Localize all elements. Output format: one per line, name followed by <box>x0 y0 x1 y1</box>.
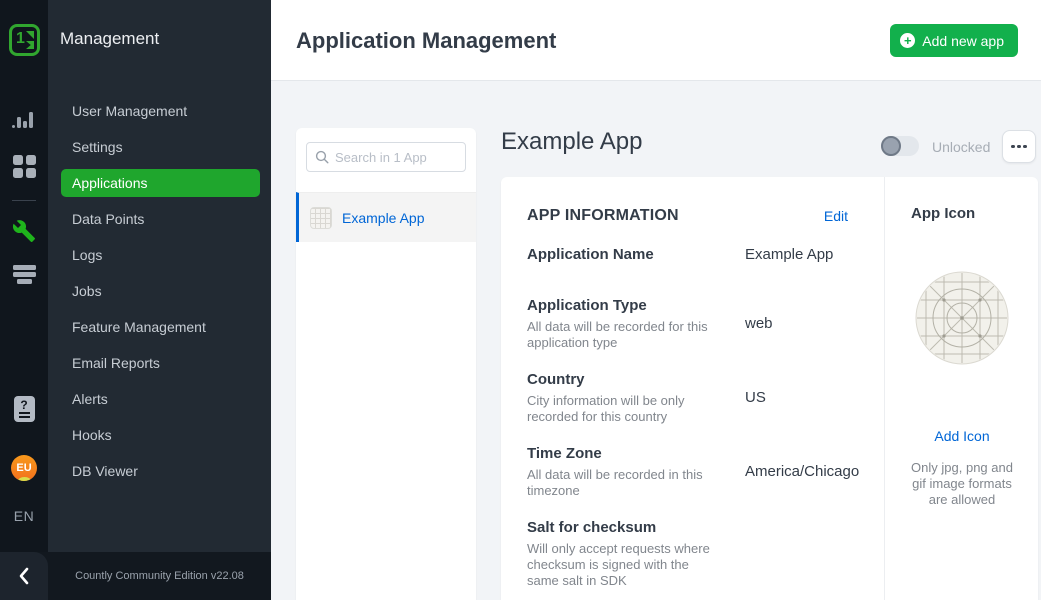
toggle-knob <box>881 136 901 156</box>
lock-toggle-label: Unlocked <box>932 139 990 155</box>
more-options-icon <box>1011 145 1015 149</box>
edit-link[interactable]: Edit <box>824 208 848 224</box>
analytics-bar-chart-icon[interactable] <box>0 110 48 128</box>
search-icon <box>315 150 329 164</box>
field-value: web <box>745 315 773 332</box>
icon-format-hint: Only jpg, png and gif image formats are … <box>906 460 1018 508</box>
sidebar-item-alerts[interactable]: Alerts <box>48 381 271 417</box>
sidebar-title: Management <box>60 29 159 49</box>
app-icon-heading: App Icon <box>911 205 975 222</box>
help-center-icon[interactable]: ? <box>0 396 48 422</box>
field-label: Country <box>527 371 858 389</box>
field-description: All data will be recorded in this timezo… <box>527 467 712 499</box>
field-country: Country City information will be only re… <box>527 371 858 425</box>
app-list-item-label: Example App <box>342 210 425 226</box>
field-value: US <box>745 389 766 406</box>
app-detail-card: APP INFORMATION Edit Application Name Ex… <box>501 177 1038 600</box>
sidebar-footer: Countly Community Edition v22.08 <box>0 552 271 600</box>
app-placeholder-icon <box>310 207 332 229</box>
plus-circle-icon: + <box>900 33 915 48</box>
field-application-type: Application Type All data will be record… <box>527 297 858 351</box>
sidebar-item-hooks[interactable]: Hooks <box>48 417 271 453</box>
field-label: Salt for checksum <box>527 519 858 537</box>
app-list-item-example-app[interactable]: Example App <box>296 192 476 242</box>
sidebar-item-logs[interactable]: Logs <box>48 237 271 273</box>
sidebar-item-db-viewer[interactable]: DB Viewer <box>48 453 271 489</box>
add-icon-link[interactable]: Add Icon <box>885 428 1039 444</box>
search-input[interactable] <box>335 150 450 165</box>
edition-version-label: Countly Community Edition v22.08 <box>48 552 271 600</box>
sidebar-item-user-management[interactable]: User Management <box>48 93 271 129</box>
data-manager-server-icon[interactable] <box>0 265 48 285</box>
sidebar-item-data-points[interactable]: Data Points <box>48 201 271 237</box>
app-list-panel: Example App <box>296 128 476 600</box>
avatar-initials: EU <box>16 462 31 474</box>
field-label: Time Zone <box>527 445 858 463</box>
page-title: Application Management <box>296 28 556 54</box>
add-new-app-button[interactable]: + Add new app <box>890 24 1018 57</box>
app-icon-section: App Icon <box>884 177 1038 600</box>
countly-logo-glyph: 1 <box>12 27 37 53</box>
main-content: Application Management + Add new app Exa… <box>271 0 1041 600</box>
countly-management-screen: 1 <box>0 0 1041 600</box>
collapse-sidebar-button[interactable] <box>0 552 48 600</box>
chevron-left-icon <box>17 565 31 587</box>
icon-rail: 1 <box>0 0 48 600</box>
user-avatar[interactable]: EU <box>11 455 37 481</box>
rail-divider <box>12 200 36 201</box>
app-information-heading: APP INFORMATION <box>527 207 679 225</box>
dashboards-grid-icon[interactable] <box>0 155 48 178</box>
field-label: Application Type <box>527 297 858 315</box>
management-sidebar: Management User Management Settings Appl… <box>48 0 271 600</box>
sidebar-item-feature-management[interactable]: Feature Management <box>48 309 271 345</box>
app-search-box <box>306 142 466 172</box>
sidebar-item-email-reports[interactable]: Email Reports <box>48 345 271 381</box>
language-selector[interactable]: EN <box>0 508 48 524</box>
field-value: Example App <box>745 246 833 263</box>
add-new-app-label: Add new app <box>922 33 1004 49</box>
field-value: America/Chicago <box>745 463 859 480</box>
lock-toggle[interactable] <box>881 136 919 156</box>
app-icon-placeholder <box>915 271 1009 365</box>
field-description: All data will be recorded for this appli… <box>527 319 712 351</box>
field-description: Will only accept requests where checksum… <box>527 541 712 589</box>
app-detail-title: Example App <box>501 128 642 156</box>
page-header: Application Management + Add new app <box>271 0 1041 81</box>
sidebar-item-jobs[interactable]: Jobs <box>48 273 271 309</box>
app-information-section: APP INFORMATION Edit Application Name Ex… <box>501 177 884 600</box>
field-salt-for-checksum: Salt for checksum Will only accept reque… <box>527 519 858 589</box>
sidebar-item-settings[interactable]: Settings <box>48 129 271 165</box>
countly-logo-icon[interactable]: 1 <box>9 24 40 56</box>
sidebar-menu: User Management Settings Applications Da… <box>48 93 271 489</box>
field-application-name: Application Name Example App <box>527 246 858 264</box>
field-description: City information will be only recorded f… <box>527 393 712 425</box>
field-time-zone: Time Zone All data will be recorded in t… <box>527 445 858 499</box>
sidebar-item-applications[interactable]: Applications <box>61 169 260 197</box>
more-options-button[interactable] <box>1002 130 1036 163</box>
management-wrench-icon[interactable] <box>0 219 48 243</box>
